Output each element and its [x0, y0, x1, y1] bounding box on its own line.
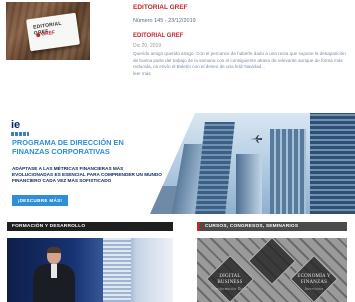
building	[236, 154, 262, 214]
issue-number: Número 145 - 23/12/2019	[133, 18, 196, 24]
editorial-text: EDITORIAL GREF Número 145 - 23/12/2019 E…	[133, 3, 351, 77]
speaker-photo[interactable]	[7, 238, 173, 302]
tile-label-digital: DIGITAL BUSINESS Transformación Digital	[210, 274, 250, 292]
editorial-heading-link[interactable]: EDITORIAL GREF	[133, 3, 351, 12]
section-title-courses[interactable]: CURSOS, CONGRESOS, SEMINARIOS	[197, 222, 347, 231]
speaker-hair	[47, 247, 61, 253]
diamond-tile	[247, 238, 297, 286]
editorial-card-image: EDITORIAL GREF GREF	[26, 12, 80, 52]
banner-content: ie PROGRAMA DE DIRECCIÓN EN FINANZAS COR…	[0, 113, 170, 214]
banner-subtitle: ADÁPTASE A LAS MÉTRICAS FINANCIERAS MÁS …	[12, 166, 162, 183]
tile-label-finance: ECONOMÍA Y FINANZAS Inversiones	[294, 274, 334, 292]
gref-logo: GREF	[35, 29, 56, 39]
building	[310, 113, 355, 214]
courses-image[interactable]: DIGITAL BUSINESS Transformación Digital …	[197, 238, 347, 302]
article-date: Dic 20, 2019	[133, 43, 162, 49]
tile-subtitle: Transformación Digital	[210, 287, 250, 291]
editorial-thumbnail[interactable]: EDITORIAL GREF GREF	[6, 2, 90, 60]
tower-image	[103, 238, 131, 302]
airplane-icon	[250, 135, 262, 143]
tile-title: DIGITAL BUSINESS	[217, 274, 243, 285]
editorial-block: EDITORIAL GREF GREF EDITORIAL GREF Númer…	[0, 0, 355, 110]
read-more-link[interactable]: leer más	[133, 71, 351, 78]
page: EDITORIAL GREF GREF EDITORIAL GREF Númer…	[0, 0, 355, 302]
ie-ad-banner[interactable]: ie PROGRAMA DE DIRECCIÓN EN FINANZAS COR…	[0, 113, 355, 214]
speaker-shirt	[51, 264, 57, 278]
tile-title: ECONOMÍA Y FINANZAS	[297, 274, 331, 285]
building	[195, 122, 235, 214]
gref-logo-text: GREF	[40, 29, 56, 38]
training-section: FORMACIÓN Y DESARROLLO	[7, 222, 173, 302]
ie-logo-text: ie	[11, 119, 21, 131]
gref-logo-icon	[35, 32, 41, 38]
ie-logo: ie	[11, 119, 29, 136]
courses-section: CURSOS, CONGRESOS, SEMINARIOS DIGITAL BU…	[197, 222, 347, 302]
banner-title: PROGRAMA DE DIRECCIÓN EN FINANZAS CORPOR…	[12, 138, 124, 156]
section-title-training[interactable]: FORMACIÓN Y DESARROLLO	[7, 222, 173, 231]
editorial-article-title[interactable]: EDITORIAL GREF	[133, 32, 351, 40]
tile-subtitle: Inversiones	[304, 287, 324, 291]
discover-more-button[interactable]: ¡DESCUBRE MÁS!	[12, 195, 68, 206]
city-skyline-image	[150, 113, 355, 214]
ie-logo-bars-icon	[11, 132, 29, 136]
building	[270, 129, 306, 214]
article-excerpt: Querido amigo querido amigo: Con el perc…	[133, 51, 346, 69]
